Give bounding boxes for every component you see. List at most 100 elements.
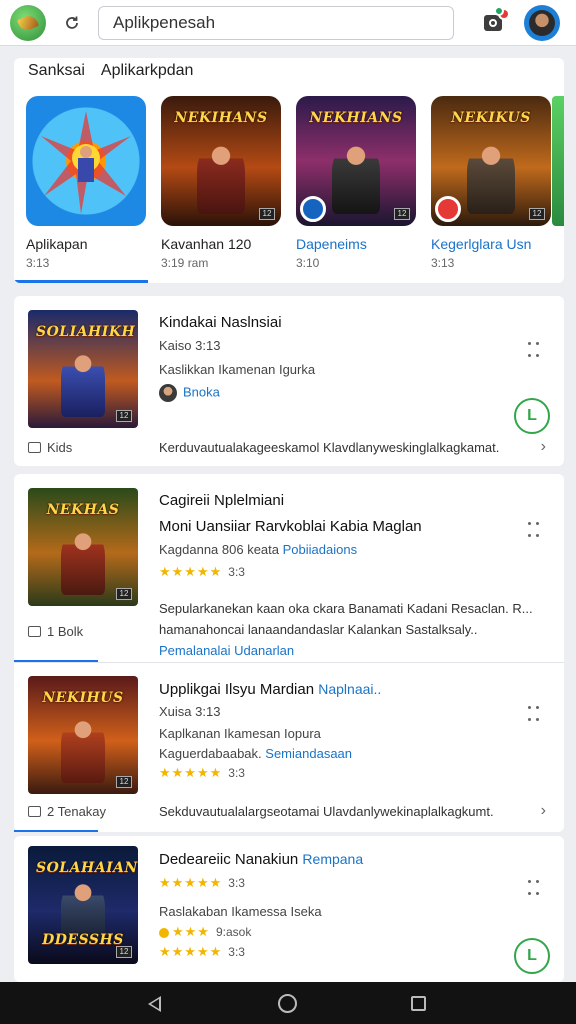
game-cover-art: NEKIHUS 12 [28,676,138,794]
app-icon-image [26,96,146,226]
cover-title-text: NEKHAS [46,502,120,518]
cover-title-text: SOLIAHIKH [36,324,136,340]
meta-text: Kaguerdabaabak. [159,746,262,761]
app-list-card[interactable]: SOLAHAIAN DDESSHS 12 Dedeareiic Nanakiun… [14,830,564,982]
category-label: Kids [47,440,73,455]
featured-heading-secondary[interactable]: Aplikarkpdan [101,62,194,79]
refresh-icon[interactable] [64,15,80,31]
chevron-right-icon[interactable]: › [541,802,546,820]
rating-count: 3:3 [228,876,245,890]
cover-hero-figure [61,530,105,596]
tile-meta: 3:19 ram [161,256,209,270]
app-list-group: NEKHAS 12 Cagireii Nplelmiani Moni Uansi… [14,474,564,832]
dot [528,342,531,345]
install-button[interactable]: L [514,398,550,434]
star-burst-art [41,111,131,214]
status-badge [494,5,504,16]
recent-apps-icon[interactable] [411,996,426,1011]
author-link[interactable]: Bnoka [183,384,220,399]
tile-name: Aplikapan [26,236,88,252]
category-chip[interactable]: 1 Bolk [28,624,83,639]
chat-icon [28,806,41,817]
app-subtitle: Moni Uansiiar Rarvkoblai Kabia Maglan [159,518,422,535]
dot [536,522,539,525]
more-options-icon[interactable] [528,706,540,722]
publisher-badge [300,196,326,222]
cover-title-text: NEKIHUS [42,690,124,706]
age-rating-badge: 12 [116,776,132,788]
dot [528,534,531,537]
chevron-right-icon[interactable]: › [541,438,546,456]
stars: ★★★★★ [159,765,223,780]
rating-stars: ★★★★★ 3:3 [159,944,245,960]
dot [536,354,539,357]
more-options-icon[interactable] [528,342,540,358]
featured-section: Sanksai Aplikarkpdan Aplikapan 3:13 NEKIH… [14,58,564,283]
avatar-face [529,9,555,36]
game-cover-art: NEKIHANS 12 [161,96,281,226]
desc-link[interactable]: Pemalanalai Udanarlan [159,640,549,661]
leaf-shape [16,12,40,33]
app-title: Dedeareiic Nanakiun [159,851,299,868]
tab-indicator [14,280,148,283]
dot [528,706,531,709]
dot [536,342,539,345]
chat-icon [28,442,41,453]
featured-app-tile[interactable]: NEKHIANS 12 Dapeneims 3:10 [296,96,416,270]
system-navigation-bar [0,982,576,1024]
app-list-card[interactable]: SOLIAHIKH 12 Kindakai Naslnsiai Kaiso 3:… [14,296,564,466]
meta-link[interactable]: Pobiiadaions [283,542,357,557]
app-icon-image: NEKIHANS 12 [161,96,281,226]
meta-link[interactable]: Semiandasaan [265,746,352,761]
leaf-logo-icon[interactable] [10,4,46,41]
next-tile-peek[interactable] [552,96,564,226]
dot [528,892,531,895]
cover-hero-figure [61,718,105,784]
category-label: 1 Bolk [47,624,84,639]
category-chip[interactable]: 2 Tenakay [28,804,106,819]
dot [528,522,531,525]
app-description: Kerduvautualakageeskamol Klavdlanyweskin… [159,440,500,455]
cover-hero-figure [197,142,245,215]
meta-text: Kagdanna 806 keata [159,542,279,557]
cover-title-text: NEKIKUS [451,110,531,126]
more-options-icon[interactable] [528,880,540,896]
app-author-row: Bnoka [159,384,220,402]
app-meta: Kagdanna 806 keata Pobiiadaions [159,542,357,557]
app-meta: Kaiso 3:13 [159,338,221,353]
age-rating-badge: 12 [529,208,545,220]
more-options-icon[interactable] [528,522,540,538]
stars: ★★★★★ [159,875,223,890]
featured-app-tile[interactable]: Aplikapan 3:13 [26,96,146,270]
rating-count: 3:3 [228,766,245,780]
dot [536,534,539,537]
cover-title-text: NEKIHANS [174,110,268,126]
game-cover-art: NEKHAS 12 [28,488,138,606]
featured-app-tile[interactable]: NEKIKUS 12 Kegerlglara Usn 3:13 [431,96,551,270]
install-button[interactable]: L [514,938,550,974]
category-chip[interactable]: Kids [28,440,72,455]
featured-heading-primary[interactable]: Sanksai [28,62,85,79]
rating-count: 3:3 [228,565,245,579]
app-thumbnail: NEKIHUS 12 [28,676,138,794]
search-input[interactable]: Aplikpenesah [98,5,454,40]
rating-stars: ★★★★★ 3:3 [159,564,245,580]
profile-avatar[interactable] [524,4,560,41]
featured-heading: Sanksai Aplikarkpdan [28,62,193,80]
title-link[interactable]: Rempana [302,851,363,867]
home-icon[interactable] [278,994,297,1013]
title-link[interactable]: Naplnaai.. [318,681,381,697]
back-icon[interactable] [148,996,161,1012]
dot [528,718,531,721]
tile-meta: 3:13 [26,256,50,270]
camera-icon[interactable] [484,5,510,31]
dot [528,354,531,357]
cover-hero-figure [332,142,380,215]
app-meta-row: Kaguerdabaabak. Semiandasaan [159,746,352,761]
dot [536,718,539,721]
game-cover-art: SOLIAHIKH 12 [28,310,138,428]
rating-count: 3:3 [228,945,245,959]
app-title: Kindakai Naslnsiai [159,314,282,331]
app-subtitle: Raslakaban Ikamessa Iseka [159,904,322,919]
featured-app-tile[interactable]: NEKIHANS 12 Kavanhan 120 3:19 ram [161,96,281,270]
